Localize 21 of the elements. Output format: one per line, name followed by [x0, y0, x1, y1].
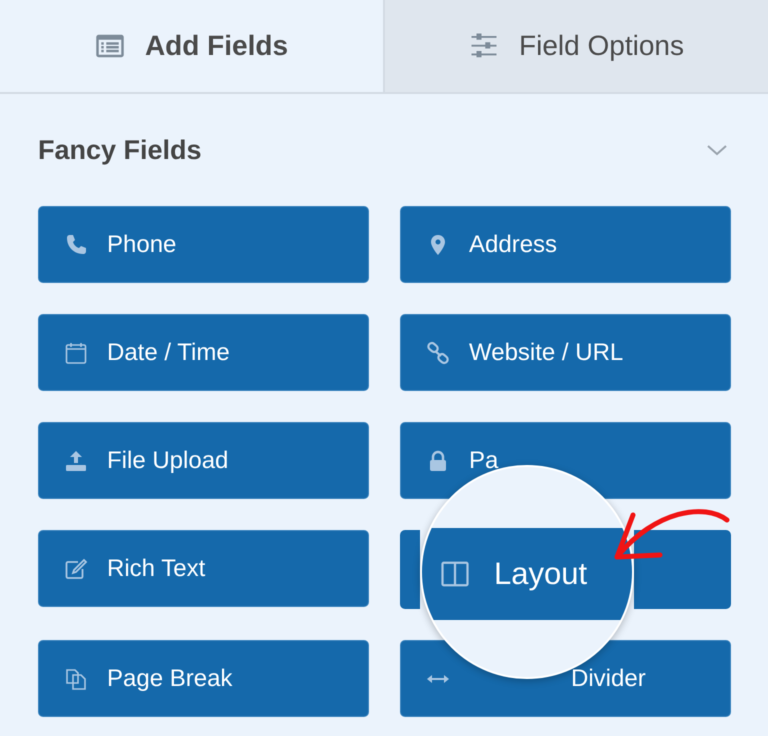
field-button[interactable]: Rich Text: [38, 530, 369, 607]
link-icon: [426, 340, 450, 364]
field-button-edge[interactable]: [400, 530, 420, 609]
field-button[interactable]: Date / Time: [38, 314, 369, 391]
field-button[interactable]: Website / URL: [400, 314, 731, 391]
calendar-icon: [64, 340, 88, 364]
tab[interactable]: Field Options: [385, 0, 768, 92]
section-title: Fancy Fields: [38, 134, 202, 166]
field-button[interactable]: Phone: [38, 206, 369, 283]
chevron-icon[interactable]: [706, 143, 728, 157]
field-button[interactable]: Page Break: [38, 640, 369, 717]
edit-icon: [64, 556, 88, 580]
field-button[interactable]: File Upload: [38, 422, 369, 499]
columns-icon: [440, 559, 470, 589]
upload-icon: [64, 448, 88, 472]
field-button[interactable]: Layout: [422, 528, 632, 620]
field-button[interactable]: [634, 530, 731, 609]
pages-icon: [64, 666, 88, 690]
field-button[interactable]: Address: [400, 206, 731, 283]
double-arrow-icon: [426, 674, 450, 684]
phone-icon: [64, 232, 88, 256]
